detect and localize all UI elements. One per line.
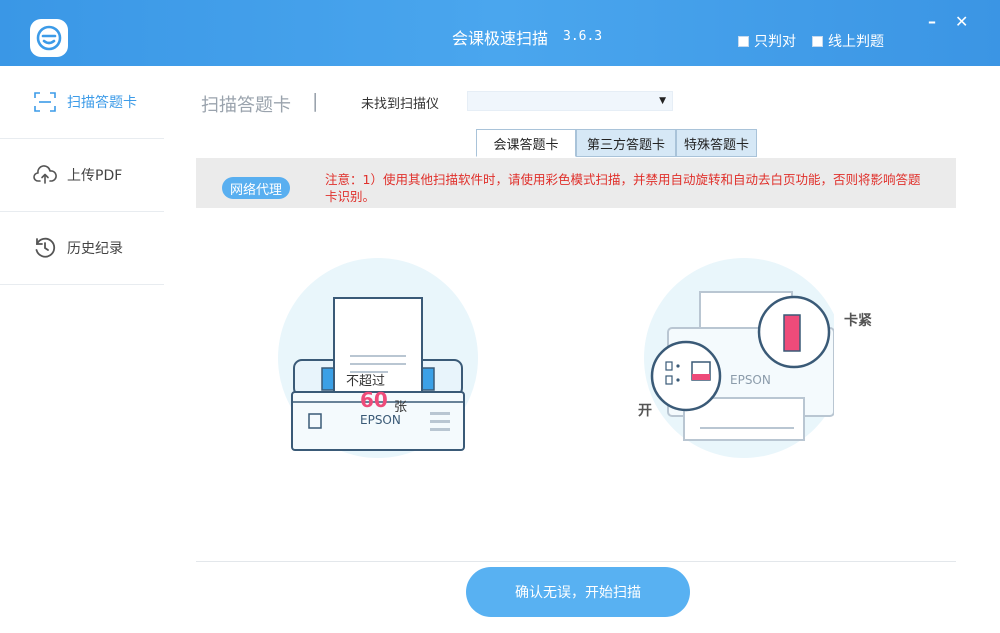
paper-limit-text: 不超过 <box>346 374 386 389</box>
app-logo <box>30 19 68 57</box>
open-label: 开 <box>638 403 652 419</box>
minimize-button[interactable]: – <box>928 12 936 32</box>
sidebar-item-label: 扫描答题卡 <box>67 95 137 111</box>
sidebar-item-label: 上传PDF <box>67 168 123 184</box>
printer-brand: EPSON <box>360 413 401 427</box>
option-label: 只判对 <box>754 34 796 50</box>
close-button[interactable]: ✕ <box>955 12 968 32</box>
page-title: 扫描答题卡 <box>201 95 291 116</box>
paper-limit-illustration: 不超过 60 张 EPSON <box>278 258 478 462</box>
printer-jam-icon <box>644 258 844 458</box>
title-separator: | <box>312 90 319 112</box>
notice-bar: 网络代理 注意：1）使用其他扫描软件时，请使用彩色模式扫描，并禁用自动旋转和自动… <box>196 158 956 208</box>
title-bar: 会课极速扫描 3.6.3 只判对 线上判题 – ✕ <box>0 0 1000 66</box>
sidebar-item-history[interactable]: 历史纪录 <box>0 212 164 285</box>
network-proxy-button[interactable]: 网络代理 <box>222 177 291 199</box>
printer-paper-icon <box>278 258 478 458</box>
history-icon <box>33 236 57 260</box>
paper-jam-illustration: 卡紧 开 EPSON <box>634 258 872 462</box>
scan-frame-icon <box>33 90 57 114</box>
logo-icon <box>36 25 62 51</box>
app-version: 3.6.3 <box>563 29 603 44</box>
printer-brand: EPSON <box>730 373 771 387</box>
paper-jam-label: 卡紧 <box>844 313 872 329</box>
cloud-upload-icon <box>33 163 57 187</box>
main-panel: 扫描答题卡 | 未找到扫描仪 ▼ 会课答题卡 第三方答题卡 特殊答题卡 网络代理… <box>164 66 1000 633</box>
tab-third-party-card[interactable]: 第三方答题卡 <box>576 129 676 157</box>
scanner-select[interactable]: ▼ <box>467 91 673 111</box>
tab-huike-card[interactable]: 会课答题卡 <box>476 129 576 157</box>
option-online-grading[interactable]: 线上判题 <box>812 31 884 51</box>
option-label: 线上判题 <box>828 34 884 50</box>
card-type-tabs: 会课答题卡 第三方答题卡 特殊答题卡 <box>476 129 757 157</box>
scanner-status-label: 未找到扫描仪 <box>361 97 440 112</box>
start-scan-button[interactable]: 确认无误，开始扫描 <box>466 567 690 617</box>
sidebar-item-scan[interactable]: 扫描答题卡 <box>0 66 173 139</box>
sidebar-item-upload-pdf[interactable]: 上传PDF <box>0 139 164 212</box>
checkbox-icon[interactable] <box>812 35 823 47</box>
sidebar-item-label: 历史纪录 <box>67 241 123 257</box>
notice-text: 注意：1）使用其他扫描软件时，请使用彩色模式扫描，并禁用自动旋转和自动去白页功能… <box>325 172 921 204</box>
bottom-divider <box>196 561 956 562</box>
option-only-judge-correct[interactable]: 只判对 <box>738 31 796 51</box>
tab-special-card[interactable]: 特殊答题卡 <box>676 129 757 157</box>
paper-limit-number: 60 <box>360 388 388 412</box>
dropdown-arrow-icon[interactable]: ▼ <box>659 96 666 106</box>
sidebar: 扫描答题卡 上传PDF 历史纪录 <box>0 66 173 633</box>
app-title: 会课极速扫描 <box>452 29 549 48</box>
checkbox-icon[interactable] <box>738 35 749 47</box>
